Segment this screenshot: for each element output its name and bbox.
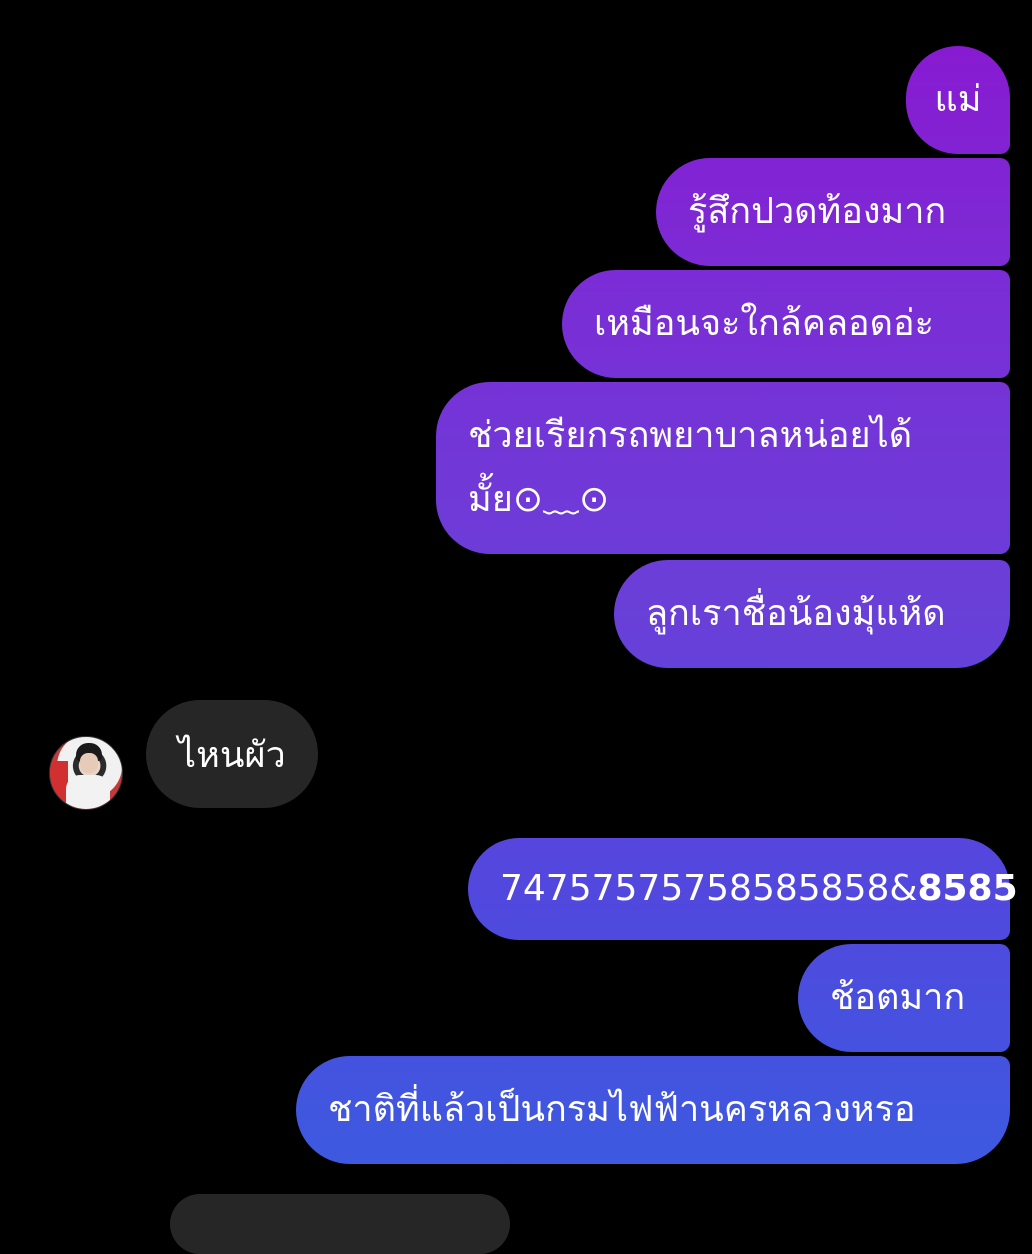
message-text: 74757575758585858&8585 bbox=[500, 857, 1018, 921]
avatar-photo-detail bbox=[80, 753, 98, 773]
avatar-photo-detail bbox=[66, 775, 110, 809]
sent-message-bubble[interactable]: 74757575758585858&8585 bbox=[468, 838, 1018, 940]
sent-message-bubble[interactable]: ช่วยเรียกรถพยาบาลหน่อยได้มั้ย⊙﹏⊙ bbox=[436, 382, 1010, 554]
message-text-bold: 8585 bbox=[917, 868, 1018, 909]
sent-message-bubble[interactable]: รู้สึกปวดท้องมาก bbox=[656, 158, 1010, 266]
message-text: ลูกเราชื่อน้องมุ้แห้ด bbox=[646, 593, 946, 634]
message-text: ไหนผัว bbox=[178, 734, 286, 776]
sent-message-bubble[interactable]: ชาติที่แล้วเป็นกรมไฟฟ้านครหลวงหรอ bbox=[296, 1056, 1010, 1164]
contact-avatar[interactable] bbox=[49, 736, 123, 810]
sent-message-bubble[interactable]: แม่ bbox=[906, 46, 1010, 154]
message-text: ช่วยเรียกรถพยาบาลหน่อยได้มั้ย⊙﹏⊙ bbox=[468, 415, 913, 520]
message-text: เหมือนจะใกล้คลอดอ่ะ bbox=[594, 303, 934, 344]
message-text: ชาติที่แล้วเป็นกรมไฟฟ้านครหลวงหรอ bbox=[328, 1089, 916, 1130]
received-message-bubble[interactable]: ไหนผัว bbox=[146, 700, 318, 808]
sent-message-bubble[interactable]: ลูกเราชื่อน้องมุ้แห้ด bbox=[614, 560, 1010, 668]
message-text: รู้สึกปวดท้องมาก bbox=[688, 191, 947, 232]
message-text: ช้อตมาก bbox=[830, 977, 966, 1018]
sent-message-bubble[interactable]: เหมือนจะใกล้คลอดอ่ะ bbox=[562, 270, 1010, 378]
message-text-regular: 74757575758585858& bbox=[500, 868, 918, 909]
received-message-bubble-partial[interactable] bbox=[170, 1194, 510, 1254]
message-text: แม่ bbox=[934, 79, 982, 120]
sent-message-bubble[interactable]: ช้อตมาก bbox=[798, 944, 1010, 1052]
